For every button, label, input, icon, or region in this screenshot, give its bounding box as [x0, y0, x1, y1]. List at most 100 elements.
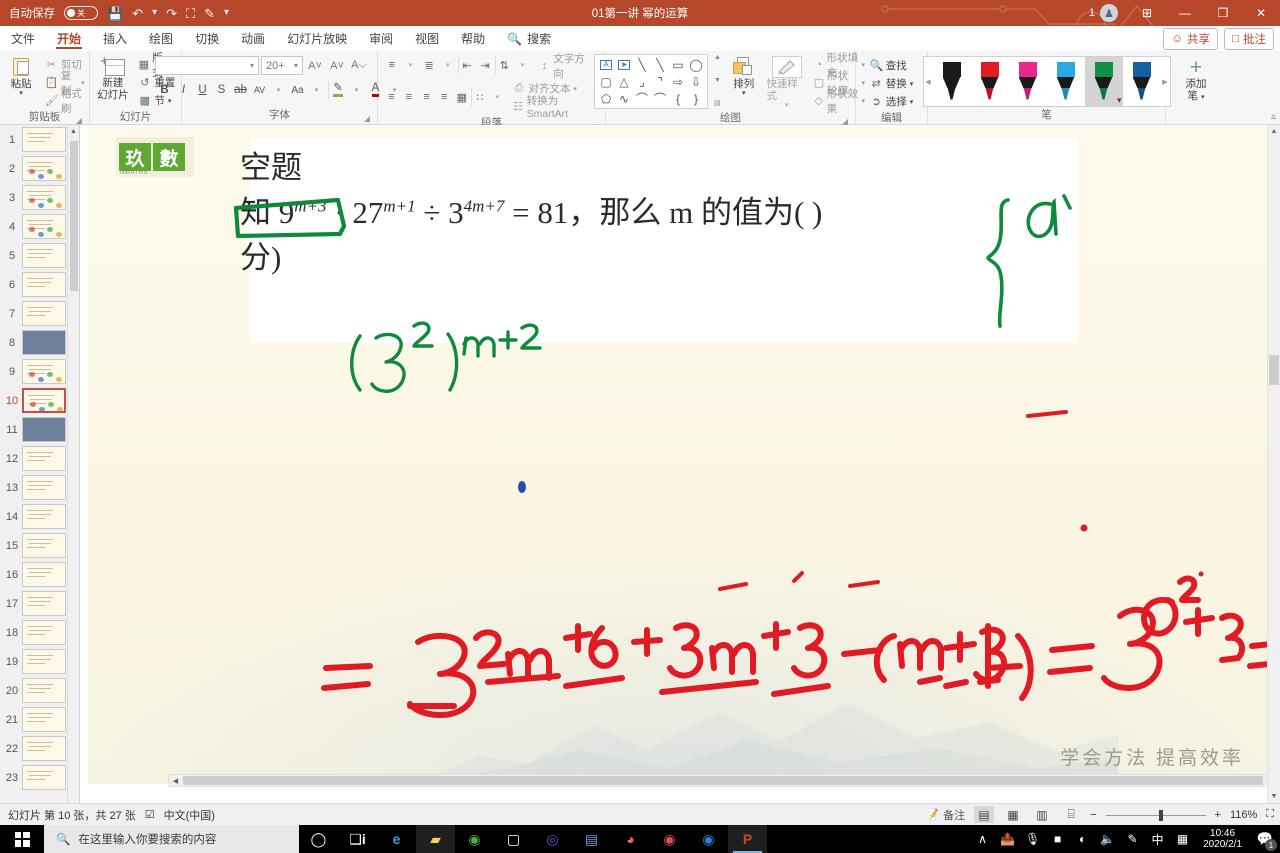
slide-thumbnail-preview[interactable] — [22, 591, 66, 616]
justify-button[interactable]: ≡ — [436, 88, 453, 106]
start-presentation-icon[interactable]: ⛶ — [186, 7, 195, 20]
font-name-input[interactable]: ▾ — [155, 56, 259, 75]
slide-thumbnail-preview[interactable] — [22, 417, 66, 442]
new-slide-button[interactable]: + 新建 幻灯片 — [93, 54, 134, 101]
slide-thumbnail-preview[interactable] — [22, 736, 66, 761]
comments-button[interactable]: □ 批注 — [1224, 28, 1274, 50]
shape-elbow2-icon[interactable]: ⌝ — [657, 76, 663, 88]
chrome-icon[interactable]: ◉ — [455, 825, 494, 853]
convert-to-smartart-button[interactable]: ☷ 转换为 SmartArt ▾ — [511, 95, 601, 120]
shape-right-arrow-icon[interactable]: ⇨ — [673, 76, 683, 88]
powerpoint-icon[interactable]: P — [728, 825, 767, 853]
tab-animations[interactable]: 动画 — [230, 26, 276, 51]
text-shadow-button[interactable]: S — [212, 81, 231, 99]
text-highlight-button[interactable]: ✎ — [328, 81, 347, 99]
font-dialog-launcher[interactable]: ◢ — [364, 114, 370, 123]
cortana-icon[interactable]: ◯ — [299, 825, 338, 853]
columns-button[interactable]: ▦ — [454, 88, 471, 106]
volume-icon[interactable]: 🔈 — [1095, 825, 1120, 853]
teams-icon[interactable]: ◎ — [533, 825, 572, 853]
slide-thumbnail-preview[interactable] — [22, 388, 66, 413]
text-direction-button[interactable]: ↕ 文字方向 ▾ — [536, 53, 600, 80]
find-button[interactable]: 🔍 查找 — [868, 57, 916, 74]
text-highlight-dropdown-icon[interactable]: ▾ — [347, 81, 366, 99]
pen-cyan[interactable] — [1047, 57, 1085, 106]
slide-thumbnail-preview[interactable] — [22, 707, 66, 732]
tab-view[interactable]: 视图 — [404, 26, 450, 51]
taskbar-clock[interactable]: 10:46 2020/2/1 — [1195, 828, 1250, 851]
slide-thumbnail-preview[interactable] — [22, 678, 66, 703]
shape-pentagon-icon[interactable]: ⬠ — [601, 93, 611, 105]
collapse-ribbon-icon[interactable]: ▵ — [1271, 111, 1276, 122]
shape-line-icon[interactable]: ╲ — [638, 59, 645, 71]
shape-scribble-icon[interactable]: ∿ — [619, 93, 629, 105]
shape-round-rect-icon[interactable]: ▢ — [600, 76, 611, 88]
shape-line-arrow-icon[interactable]: ╲ — [656, 59, 663, 71]
increase-indent-button[interactable]: ⇥ — [476, 56, 494, 74]
language-label[interactable]: 中文(中国) — [164, 807, 215, 823]
vscroll-up-icon[interactable]: ▲ — [1268, 125, 1280, 138]
taskbar-search-input[interactable]: 🔍 在这里输入你要搜索的内容 — [44, 825, 299, 853]
tab-slideshow[interactable]: 幻灯片放映 — [276, 26, 358, 51]
pen-green[interactable]: ▾ — [1084, 57, 1123, 106]
italic-button[interactable]: I — [174, 81, 193, 99]
ime-panel-icon[interactable]: ▦ — [1170, 825, 1195, 853]
zoom-slider-knob[interactable] — [1158, 809, 1163, 821]
microphone-icon[interactable]: 🎙 — [1020, 825, 1045, 853]
folder-icon[interactable]: ▤ — [572, 825, 611, 853]
slide-thumbnail-preview[interactable] — [22, 127, 66, 152]
convert-columns-button[interactable]: ∷ — [471, 88, 488, 106]
zoom-slider[interactable] — [1105, 809, 1206, 821]
ime-tool-icon[interactable]: ✎ — [1120, 825, 1145, 853]
slide-thumbnail-preview[interactable] — [22, 301, 66, 326]
undo-icon[interactable]: ↶ — [132, 7, 143, 20]
normal-view-button[interactable]: ▤ — [974, 806, 995, 823]
change-case-button[interactable]: Aa — [288, 81, 307, 99]
spellcheck-icon[interactable]: ☑ — [145, 808, 155, 821]
horizontal-scrollbar[interactable]: ◀ ▶ — [168, 774, 1280, 787]
pen-gallery[interactable]: ◀ ▾ ▶ — [922, 56, 1171, 107]
columns-dropdown-icon[interactable]: ▾ — [489, 88, 506, 106]
slide-sorter-view-button[interactable]: ▦ — [1003, 806, 1023, 823]
character-spacing-button[interactable]: AV — [250, 81, 269, 99]
panel-scroll-thumb[interactable] — [70, 141, 78, 291]
slide-thumbnail-preview[interactable] — [22, 620, 66, 645]
slide-thumbnail-preview[interactable] — [22, 359, 66, 384]
shape-left-brace-icon[interactable]: { — [676, 93, 680, 105]
shapes-scroll-up-icon[interactable]: ▲ — [714, 54, 721, 61]
change-case-dropdown-icon[interactable]: ▾ — [307, 81, 326, 99]
bullets-button[interactable]: ≡ — [383, 56, 401, 74]
shrink-font-button[interactable]: A˅ — [327, 56, 347, 75]
align-left-button[interactable]: ≡ — [383, 88, 400, 106]
zoom-in-button[interactable]: + — [1215, 809, 1221, 821]
action-center-icon[interactable]: 💬 1 — [1250, 825, 1280, 853]
shape-right-brace-icon[interactable]: } — [694, 93, 698, 105]
show-hidden-icons[interactable]: ∧ — [970, 825, 995, 853]
hscroll-left-icon[interactable]: ◀ — [169, 775, 182, 786]
ribbon-display-options-icon[interactable]: ⊞ — [1128, 0, 1166, 26]
pen-scroll-left-icon[interactable]: ◀ — [924, 57, 933, 106]
line-spacing-dropdown-icon[interactable]: ▾ — [514, 56, 532, 74]
slide-canvas-area[interactable]: 玖 數 NMATHS 空题 知 9m+3 · 27m+1 ÷ 34m+7 = 8… — [80, 125, 1280, 803]
panel-scrollbar[interactable]: ▲ — [67, 125, 79, 803]
quick-styles-button[interactable]: 快速样式 ▾ — [766, 54, 806, 110]
panel-scroll-up-icon[interactable]: ▲ — [68, 125, 79, 138]
touch-pen-icon[interactable]: ✎ — [204, 7, 215, 20]
undo-dropdown-icon[interactable]: ▾ — [152, 8, 157, 18]
store-icon[interactable]: ▢ — [494, 825, 533, 853]
windows-start-icon[interactable] — [0, 825, 44, 853]
decrease-indent-button[interactable]: ⇤ — [457, 56, 476, 74]
shape-arrow-box-icon[interactable]: ➤ — [617, 59, 631, 70]
grow-font-button[interactable]: A˅ — [305, 56, 325, 75]
shapes-more-icon[interactable]: ▤ — [714, 99, 721, 107]
hscroll-thumb[interactable] — [183, 776, 1263, 785]
onedrive-icon[interactable]: 📤 — [995, 825, 1020, 853]
slide-thumbnail-preview[interactable] — [22, 649, 66, 674]
slide-counter[interactable]: 幻灯片 第 10 张，共 27 张 — [8, 807, 136, 823]
pen-red[interactable] — [971, 57, 1009, 106]
pen-green-dropdown-icon[interactable]: ▾ — [1117, 95, 1122, 106]
question-textbox[interactable]: 空题 知 9m+3 · 27m+1 ÷ 34m+7 = 81，那么 m 的值为(… — [240, 138, 1078, 343]
align-right-button[interactable]: ≡ — [418, 88, 435, 106]
restore-button[interactable]: ❐ — [1204, 0, 1242, 26]
shape-curve-icon[interactable]: ⌒ — [654, 93, 666, 105]
